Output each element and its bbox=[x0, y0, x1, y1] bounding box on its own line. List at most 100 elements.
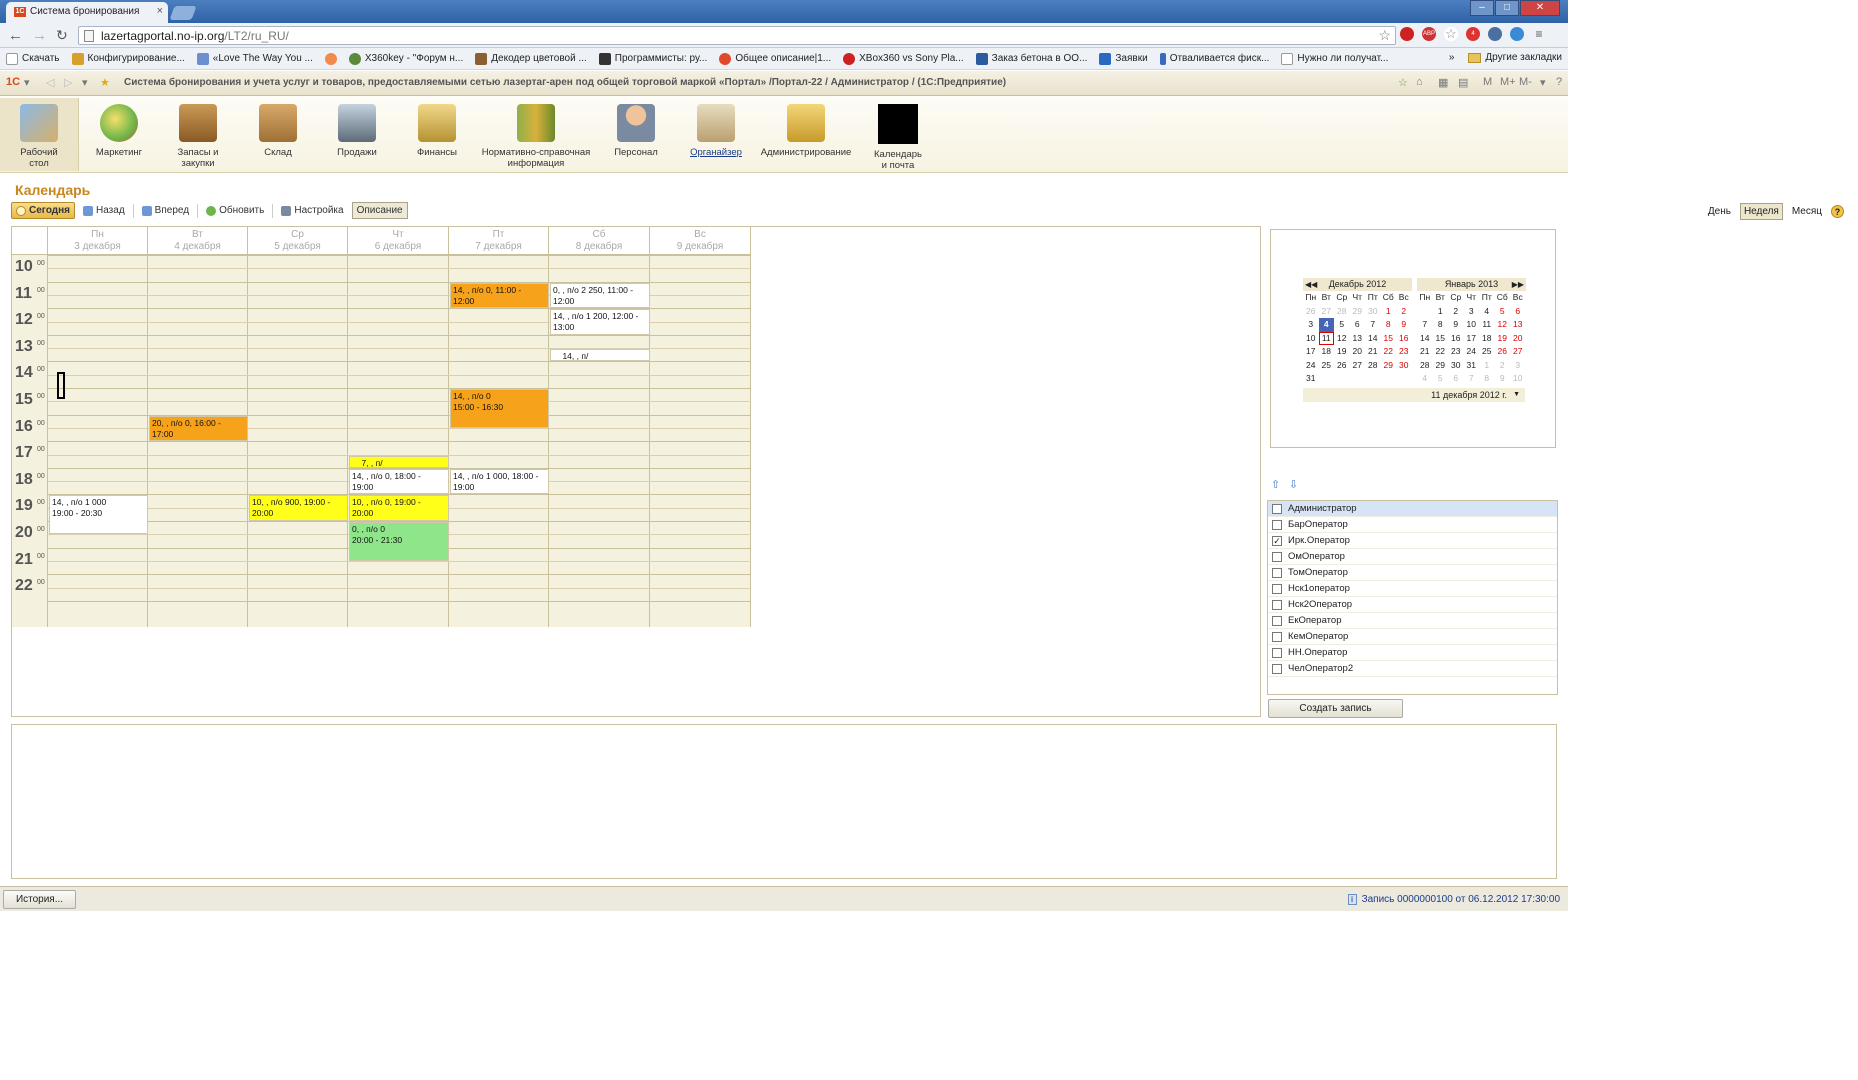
day-cell[interactable]: 7 bbox=[1365, 318, 1381, 332]
day-cell[interactable]: 10 bbox=[1510, 372, 1526, 386]
day-cell[interactable]: 8 bbox=[1479, 372, 1495, 386]
extension-star-icon[interactable]: ☆ bbox=[1444, 27, 1458, 41]
operator-item[interactable]: ✓ Ирк.Оператор bbox=[1268, 533, 1557, 549]
calendar-event[interactable]: 7, , п/о 300, 17:30 - 18:00 bbox=[349, 455, 449, 468]
day-cell[interactable]: 24 bbox=[1303, 359, 1319, 373]
day-cell[interactable]: 26 bbox=[1334, 359, 1350, 373]
reload-icon[interactable]: ↻ bbox=[56, 27, 68, 44]
day-cell[interactable]: 15 bbox=[1381, 332, 1397, 346]
bookmark-item[interactable]: Скачать bbox=[6, 52, 60, 65]
operator-item[interactable]: Администратор bbox=[1268, 501, 1557, 517]
calendar-event[interactable]: 0, , п/о 0 20:00 - 21:30 bbox=[349, 522, 449, 561]
create-record-button[interactable]: Создать запись bbox=[1268, 699, 1403, 718]
day-cell[interactable]: 28 bbox=[1365, 359, 1381, 373]
operator-checkbox[interactable] bbox=[1272, 567, 1282, 578]
day-cell[interactable]: 5 bbox=[1495, 305, 1511, 319]
day-cell[interactable]: 7 bbox=[1464, 372, 1480, 386]
day-cell[interactable]: 18 bbox=[1319, 345, 1335, 359]
bookmark-item[interactable]: Программисты: ру... bbox=[598, 52, 707, 65]
day-cell[interactable]: 29 bbox=[1433, 359, 1449, 373]
today-button[interactable]: Сегодня bbox=[11, 202, 76, 219]
browser-tab[interactable]: 1С Система бронирования × bbox=[6, 2, 168, 23]
add-favorite-icon[interactable]: ☆ bbox=[1398, 76, 1408, 89]
app-menu-icon[interactable]: ▾ bbox=[1540, 76, 1546, 89]
day-cell[interactable]: 12 bbox=[1334, 332, 1350, 346]
operator-checkbox[interactable]: ✓ bbox=[1272, 535, 1282, 546]
day-cell[interactable]: 20 bbox=[1350, 345, 1366, 359]
day-cell[interactable]: 9 bbox=[1396, 318, 1412, 332]
day-cell[interactable]: 17 bbox=[1303, 345, 1319, 359]
extension-skype-icon[interactable] bbox=[1510, 27, 1524, 41]
day-cell[interactable]: 30 bbox=[1396, 359, 1412, 373]
calendar-event[interactable]: 10, , п/о 900, 19:00 -20:00 bbox=[249, 495, 348, 521]
day-cell[interactable]: 14 bbox=[1365, 332, 1381, 346]
operator-checkbox[interactable] bbox=[1272, 663, 1282, 674]
prev-month-icon[interactable]: ◀◀ bbox=[1305, 278, 1317, 291]
day-cell[interactable]: 27 bbox=[1510, 345, 1526, 359]
day-cell[interactable]: 4 bbox=[1318, 318, 1334, 332]
day-cell[interactable]: 12 bbox=[1495, 318, 1511, 332]
bookmark-item[interactable]: Декодер цветовой ... bbox=[475, 52, 587, 65]
day-cell[interactable]: 2 bbox=[1495, 359, 1511, 373]
extension-badge-icon[interactable]: 4 bbox=[1466, 27, 1480, 41]
day-cell[interactable]: 13 bbox=[1350, 332, 1366, 346]
section-sales[interactable]: Продажи bbox=[326, 98, 388, 171]
day-cell[interactable]: 21 bbox=[1365, 345, 1381, 359]
day-cell[interactable]: 16 bbox=[1396, 332, 1412, 346]
forward-arrow-icon[interactable]: → bbox=[32, 27, 47, 44]
day-cell[interactable]: 15 bbox=[1433, 332, 1449, 346]
day-cell[interactable]: 11 bbox=[1479, 318, 1495, 332]
day-cell[interactable]: 3 bbox=[1303, 318, 1319, 332]
day-cell[interactable]: 9 bbox=[1448, 318, 1464, 332]
calendar-event[interactable]: 0, , п/о 2 250, 11:00 -12:00 bbox=[550, 282, 650, 309]
calendar-event[interactable]: 14, , п/о 0 15:00 - 16:30 bbox=[450, 389, 549, 428]
calendar-event[interactable]: 14, , п/о 1 200, 13:30 - 14:00 bbox=[550, 349, 650, 362]
calendar-event[interactable]: 10, , п/о 0, 19:00 -20:00 bbox=[349, 495, 449, 521]
day-cell[interactable]: 29 bbox=[1350, 305, 1366, 319]
view-week-button[interactable]: Неделя bbox=[1739, 203, 1783, 220]
favorites-star-icon[interactable]: ★ bbox=[100, 76, 110, 89]
day-cell[interactable]: 31 bbox=[1303, 372, 1319, 386]
day-cell[interactable]: 19 bbox=[1495, 332, 1511, 346]
day-cell[interactable]: 8 bbox=[1381, 318, 1397, 332]
day-header[interactable]: Пн 3 декабря bbox=[48, 227, 148, 255]
day-cell[interactable]: 30 bbox=[1448, 359, 1464, 373]
operator-item[interactable]: Нск1оператор bbox=[1268, 581, 1557, 597]
extension-robot-icon[interactable] bbox=[1488, 27, 1502, 41]
day-cell[interactable]: 3 bbox=[1464, 305, 1480, 319]
section-marketing[interactable]: Маркетинг bbox=[86, 98, 152, 171]
back-button[interactable]: Назад bbox=[79, 202, 129, 219]
close-window-button[interactable]: ✕ bbox=[1520, 0, 1560, 16]
url-field[interactable]: lazertagportal.no-ip.org/LT2/ru_RU/ ☆ bbox=[78, 26, 1396, 45]
extension-block-icon[interactable] bbox=[1400, 27, 1414, 41]
day-cell[interactable]: 25 bbox=[1479, 345, 1495, 359]
calendar-event[interactable]: 14, , п/о 0, 11:00 -12:00 bbox=[450, 282, 549, 309]
day-cell[interactable]: 26 bbox=[1495, 345, 1511, 359]
day-cell[interactable]: 27 bbox=[1319, 305, 1335, 319]
day-cell[interactable]: 26 bbox=[1303, 305, 1319, 319]
calendar-event[interactable]: 14, , п/о 1 200, 12:00 -13:00 bbox=[550, 309, 650, 335]
day-cell[interactable]: 13 bbox=[1510, 318, 1526, 332]
help-icon[interactable]: ? bbox=[1831, 205, 1844, 218]
maximize-button[interactable]: □ bbox=[1495, 0, 1519, 16]
day-cell[interactable]: 31 bbox=[1464, 359, 1480, 373]
menu-dropdown-icon[interactable]: ▾ bbox=[24, 76, 30, 89]
bookmark-item[interactable] bbox=[324, 52, 337, 65]
section-personnel[interactable]: Персонал bbox=[606, 98, 666, 171]
bookmark-item[interactable]: Заявки bbox=[1099, 52, 1148, 65]
section-finance[interactable]: Финансы bbox=[405, 98, 469, 171]
bookmark-item[interactable]: XBox360 vs Sony Pla... bbox=[843, 52, 964, 65]
day-cell[interactable]: 14 bbox=[1417, 332, 1433, 346]
day-cell[interactable]: 16 bbox=[1448, 332, 1464, 346]
day-cell[interactable]: 18 bbox=[1479, 332, 1495, 346]
day-cell[interactable]: 11 bbox=[1318, 331, 1334, 345]
day-header[interactable]: Чт 6 декабря bbox=[348, 227, 449, 255]
day-cell[interactable]: 8 bbox=[1433, 318, 1449, 332]
day-cell[interactable]: 28 bbox=[1334, 305, 1350, 319]
refresh-button[interactable]: Обновить bbox=[202, 202, 268, 219]
day-cell[interactable]: 30 bbox=[1365, 305, 1381, 319]
day-cell[interactable]: 4 bbox=[1417, 372, 1433, 386]
day-cell[interactable]: 9 bbox=[1495, 372, 1511, 386]
view-month-button[interactable]: Месяц bbox=[1789, 204, 1825, 219]
history-icon[interactable]: ⌂ bbox=[1416, 76, 1423, 88]
